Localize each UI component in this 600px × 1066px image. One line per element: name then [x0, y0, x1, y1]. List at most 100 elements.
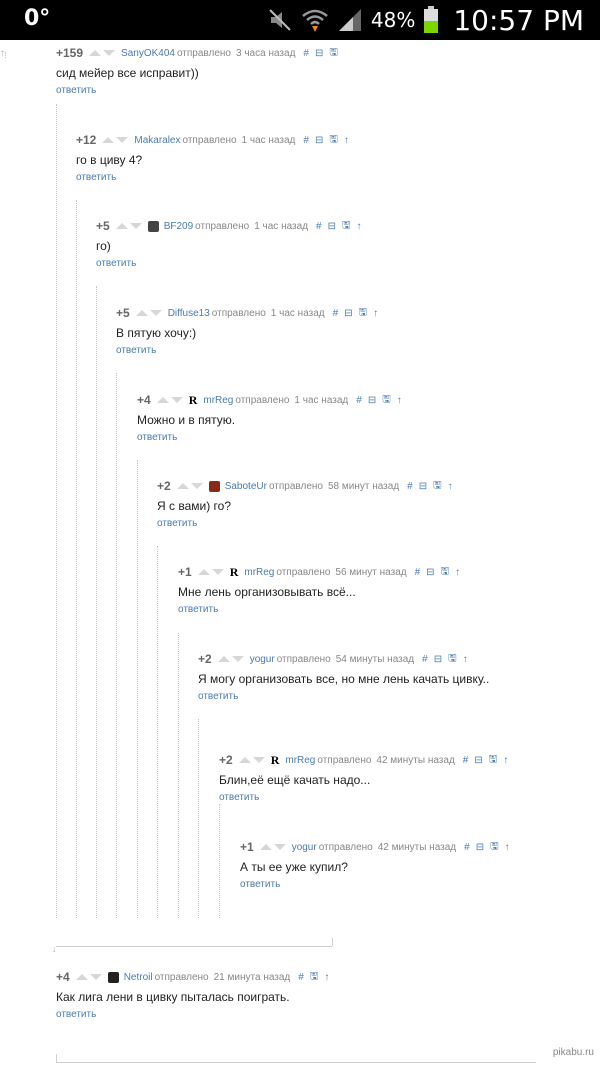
- downvote-icon[interactable]: [129, 223, 142, 229]
- comment-author[interactable]: mrReg: [203, 395, 233, 406]
- collapse-icon[interactable]: ⊟: [426, 567, 434, 578]
- collapse-icon[interactable]: ⊟: [344, 308, 352, 319]
- upvote-icon[interactable]: [176, 483, 189, 489]
- collapse-icon[interactable]: ⊟: [434, 654, 442, 665]
- comment-author[interactable]: BF209: [164, 221, 193, 232]
- downvote-icon[interactable]: [149, 310, 162, 316]
- collapse-icon[interactable]: ⊟: [328, 221, 336, 232]
- downvote-icon[interactable]: [231, 656, 244, 662]
- save-icon[interactable]: 🖫: [441, 564, 450, 581]
- avatar[interactable]: [107, 971, 119, 983]
- link-icon[interactable]: #: [407, 481, 413, 492]
- parent-arrow-icon[interactable]: ↑: [344, 135, 349, 146]
- comment-author[interactable]: SaboteUr: [225, 481, 267, 492]
- comment: +5 BF209 отправлено 1 час назад # ⊟ 🖫 ↑ го) ответ…: [96, 217, 396, 269]
- save-icon[interactable]: 🖫: [329, 45, 338, 62]
- downvote-icon[interactable]: [190, 483, 203, 489]
- upvote-icon[interactable]: [156, 397, 169, 403]
- upvote-icon[interactable]: [217, 656, 230, 662]
- comment-author[interactable]: Diffuse13: [168, 308, 210, 319]
- collapse-icon[interactable]: ⊟: [419, 481, 427, 492]
- downvote-icon[interactable]: [89, 974, 102, 980]
- comment-verb: отправлено: [276, 653, 331, 665]
- link-icon[interactable]: #: [316, 221, 322, 232]
- downvote-icon[interactable]: [170, 397, 183, 403]
- reply-link[interactable]: ответить: [76, 172, 376, 183]
- comment-author[interactable]: SanyOK404: [121, 48, 175, 59]
- parent-arrow-icon[interactable]: ↑: [463, 654, 468, 665]
- save-icon[interactable]: 🖫: [489, 752, 498, 769]
- comment-author[interactable]: yogur: [292, 842, 317, 853]
- reply-link[interactable]: ответить: [219, 792, 519, 803]
- save-icon[interactable]: 🖫: [359, 305, 368, 322]
- thread-line: [96, 286, 97, 918]
- collapse-icon[interactable]: ⊟: [368, 395, 376, 406]
- parent-arrow-icon[interactable]: ↑: [503, 755, 508, 766]
- link-icon[interactable]: #: [464, 842, 470, 853]
- link-icon[interactable]: #: [356, 395, 362, 406]
- reply-link[interactable]: ответить: [56, 1009, 356, 1020]
- downvote-icon[interactable]: [273, 844, 286, 850]
- upvote-icon[interactable]: [75, 974, 88, 980]
- avatar[interactable]: R: [230, 565, 239, 580]
- downvote-icon[interactable]: [211, 569, 224, 575]
- parent-arrow-icon[interactable]: ↑: [448, 481, 453, 492]
- comment-author[interactable]: yogur: [250, 654, 275, 665]
- parent-arrow-icon[interactable]: ↑: [373, 308, 378, 319]
- save-icon[interactable]: 🖫: [490, 839, 499, 856]
- save-icon[interactable]: 🖫: [448, 651, 457, 668]
- link-icon[interactable]: #: [303, 48, 309, 59]
- reply-link[interactable]: ответить: [56, 85, 356, 96]
- reply-link[interactable]: ответить: [198, 691, 498, 702]
- reply-link[interactable]: ответить: [96, 258, 396, 269]
- comment-rating: +5: [116, 306, 130, 320]
- save-icon[interactable]: 🖫: [342, 218, 351, 235]
- save-icon[interactable]: 🖫: [310, 969, 319, 986]
- link-icon[interactable]: #: [303, 135, 309, 146]
- upvote-icon[interactable]: [135, 310, 148, 316]
- link-icon[interactable]: #: [298, 972, 304, 983]
- avatar[interactable]: R: [271, 753, 280, 768]
- reply-link[interactable]: ответить: [240, 879, 540, 890]
- parent-arrow-icon[interactable]: ↑: [505, 842, 510, 853]
- avatar[interactable]: [147, 220, 159, 232]
- status-bar: 0° 48% 10:57 PM: [0, 0, 600, 40]
- reply-link[interactable]: ответить: [116, 345, 416, 356]
- comment-author[interactable]: Makaralex: [134, 135, 180, 146]
- comment-author[interactable]: mrReg: [244, 567, 274, 578]
- parent-arrow-icon[interactable]: ↑: [357, 221, 362, 232]
- collapse-icon[interactable]: ⊟: [315, 48, 323, 59]
- comment-author[interactable]: Netroil: [124, 972, 153, 983]
- save-icon[interactable]: 🖫: [382, 392, 391, 409]
- collapse-icon[interactable]: ⊟: [315, 135, 323, 146]
- comment-author[interactable]: mrReg: [285, 755, 315, 766]
- avatar[interactable]: [208, 480, 220, 492]
- downvote-icon[interactable]: [252, 757, 265, 763]
- link-icon[interactable]: #: [463, 755, 469, 766]
- collapse-icon[interactable]: ⊟: [474, 755, 482, 766]
- link-icon[interactable]: #: [333, 308, 339, 319]
- link-icon[interactable]: #: [415, 567, 421, 578]
- comment: +1 RmrReg отправлено 56 минут назад # ⊟ 🖫 ↑ Мне …: [178, 563, 478, 616]
- parent-arrow-icon[interactable]: ↑: [455, 567, 460, 578]
- downvote-icon[interactable]: [116, 137, 129, 143]
- upvote-icon[interactable]: [197, 569, 210, 575]
- thread-end-line: [56, 1062, 536, 1063]
- avatar[interactable]: R: [189, 393, 198, 408]
- collapse-icon[interactable]: ⊟: [476, 842, 484, 853]
- downvote-icon[interactable]: [103, 50, 116, 56]
- save-icon[interactable]: 🖫: [329, 132, 338, 149]
- upvote-icon[interactable]: [238, 757, 251, 763]
- reply-link[interactable]: ответить: [157, 518, 459, 529]
- upvote-icon[interactable]: [102, 137, 115, 143]
- upvote-icon[interactable]: [115, 223, 128, 229]
- reply-link[interactable]: ответить: [137, 432, 437, 443]
- save-icon[interactable]: 🖫: [433, 478, 442, 495]
- reply-link[interactable]: ответить: [178, 604, 478, 615]
- parent-arrow-icon[interactable]: ↑: [397, 395, 402, 406]
- parent-arrow-icon[interactable]: ↑: [324, 972, 329, 983]
- upvote-icon[interactable]: [259, 844, 272, 850]
- link-icon[interactable]: #: [422, 654, 428, 665]
- weather-temperature: 0°: [24, 6, 51, 31]
- upvote-icon[interactable]: [89, 50, 102, 56]
